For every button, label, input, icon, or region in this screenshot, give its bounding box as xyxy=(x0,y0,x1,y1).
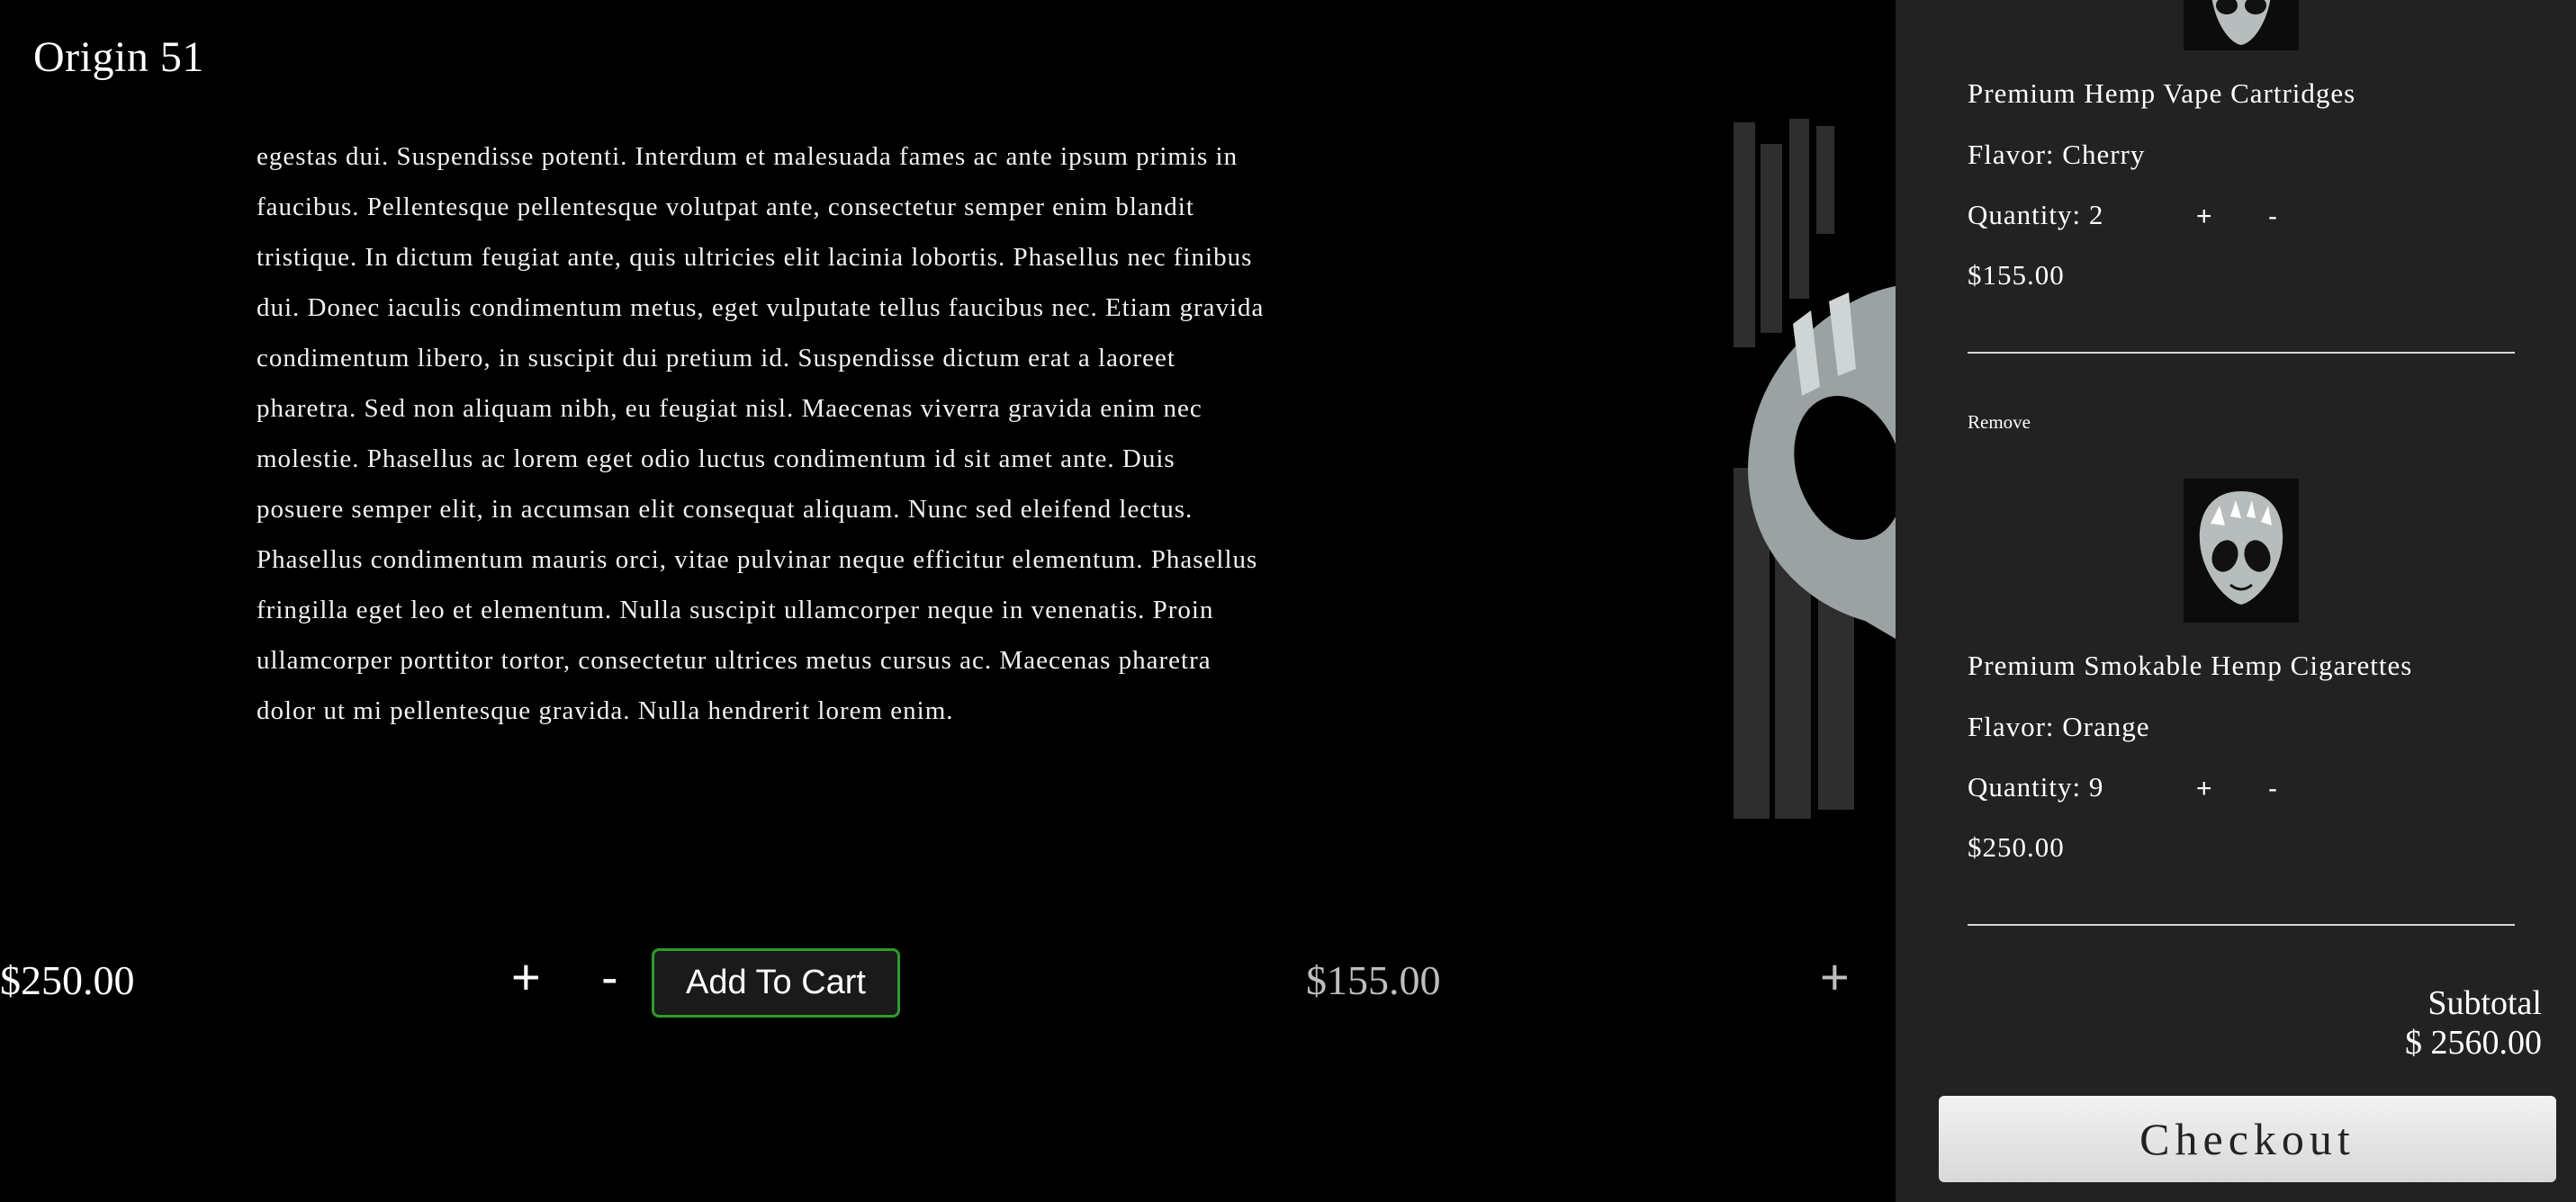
subtotal-label: Subtotal xyxy=(2427,984,2542,1022)
cart-item-price: $155.00 xyxy=(1968,259,2065,291)
cart-item-quantity: Quantity: 9 xyxy=(1968,771,2104,803)
cart-subtotal: Subtotal $ 2560.00 xyxy=(2405,983,2542,1063)
product-price: $250.00 xyxy=(0,957,135,1003)
cart-item-quantity: Quantity: 2 xyxy=(1968,199,2104,230)
cart-item-increase-button[interactable]: + xyxy=(2196,774,2212,804)
divider xyxy=(1968,924,2515,926)
cart-item-thumbnail xyxy=(2184,479,2299,623)
add-to-cart-button[interactable]: Add To Cart xyxy=(652,948,900,1018)
checkout-button[interactable]: Checkout xyxy=(1939,1096,2556,1182)
remove-item-button[interactable]: Remove xyxy=(1968,411,2031,434)
increase-quantity-button[interactable]: + xyxy=(511,952,541,1002)
increase-quantity-button-2[interactable]: + xyxy=(1820,952,1850,1002)
cart-item-thumbnail xyxy=(2184,0,2299,50)
alien-artwork-image xyxy=(1730,117,1896,830)
divider xyxy=(1968,352,2515,354)
cart-item-flavor: Flavor: Cherry xyxy=(1968,139,2146,170)
decrease-quantity-button[interactable]: - xyxy=(601,952,618,1002)
cart-item-decrease-button[interactable]: - xyxy=(2268,202,2277,232)
cart-item-name: Premium Smokable Hemp Cigarettes xyxy=(1968,650,2413,681)
cart-item-name: Premium Hemp Vape Cartridges xyxy=(1968,77,2356,109)
product-description: egestas dui. Suspendisse potenti. Interd… xyxy=(257,142,1265,725)
product-price-2: $155.00 xyxy=(1306,957,1441,1003)
cart-panel: Premium Hemp Vape Cartridges Flavor: Che… xyxy=(1896,0,2576,1202)
brand-logo-text[interactable]: Origin 51 xyxy=(33,32,204,82)
subtotal-value: $ 2560.00 xyxy=(2405,1024,2542,1062)
cart-item-increase-button[interactable]: + xyxy=(2196,202,2212,232)
cart-item-price: $250.00 xyxy=(1968,831,2065,863)
cart-item-decrease-button[interactable]: - xyxy=(2268,774,2277,804)
cart-item-flavor: Flavor: Orange xyxy=(1968,711,2150,742)
